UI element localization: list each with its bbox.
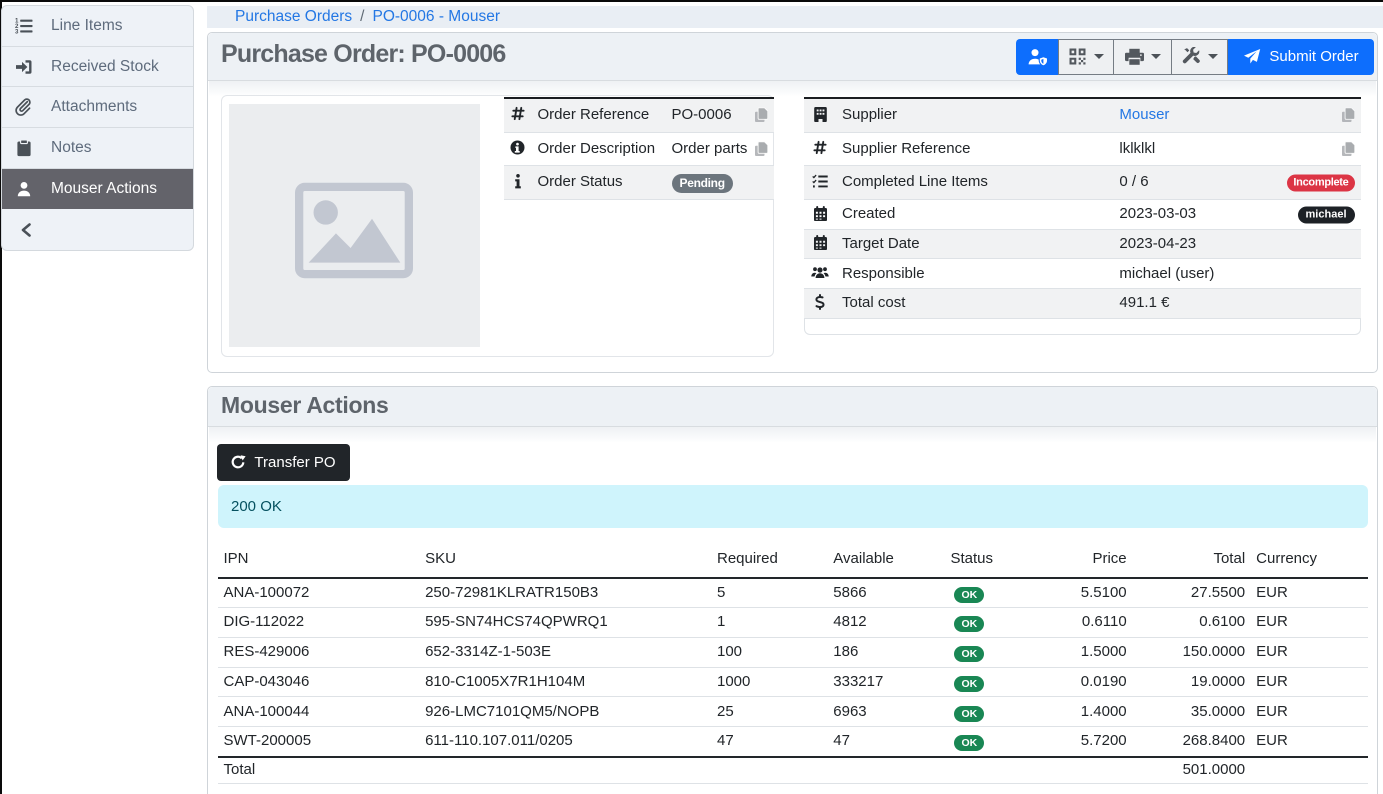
svg-text:3: 3: [15, 28, 19, 35]
